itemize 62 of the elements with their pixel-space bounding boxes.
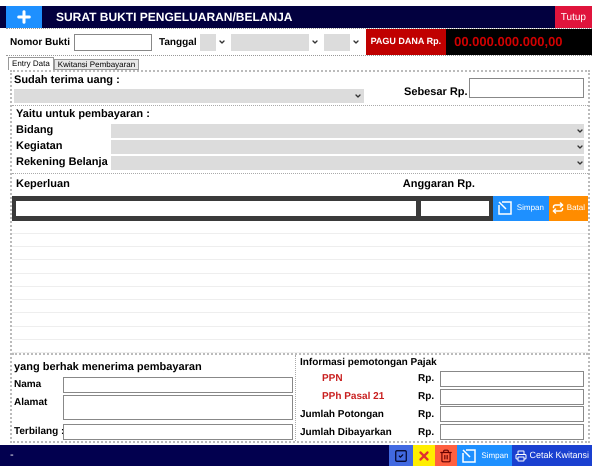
currency-label: Rp. [418, 390, 436, 404]
field-label: Nama [14, 378, 42, 392]
field-label: Jumlah Dibayarkan [300, 426, 393, 440]
currency-label: Rp. [418, 408, 436, 422]
save-button[interactable]: Simpan [457, 445, 512, 466]
field-label: Tanggal [159, 36, 197, 50]
field-label: Kegiatan [16, 139, 64, 154]
field-label: PPh Pasal 21 [321, 390, 386, 404]
swap-icon [552, 202, 564, 214]
section-title: yang berhak menerima pembayaran [14, 360, 203, 375]
field-label: Sebesar Rp. [404, 85, 468, 98]
amount-field[interactable] [440, 370, 584, 387]
field-label: Sudah terima uang : [14, 73, 121, 88]
select-field[interactable] [111, 140, 584, 154]
select-field[interactable] [111, 156, 584, 170]
edit-icon [496, 200, 513, 216]
field-label: Jumlah Potongan [300, 408, 385, 422]
select-field[interactable] [111, 124, 584, 138]
address-field[interactable] [63, 395, 293, 420]
pagu-value: 00.000.000.000,00 [446, 29, 592, 55]
amount-field[interactable] [440, 388, 584, 405]
amount-field[interactable] [440, 406, 584, 422]
budget-field[interactable] [420, 200, 489, 216]
tab[interactable]: Kwitansi Pembayaran [54, 59, 140, 70]
close-icon [417, 448, 432, 462]
amount-field[interactable] [469, 78, 584, 98]
column-header: Anggaran Rp. [402, 177, 475, 192]
save-button[interactable]: Simpan [492, 196, 549, 220]
amount-field[interactable] [440, 424, 584, 440]
field-label: Rekening Belanja [16, 155, 109, 170]
column-header: Keperluan [16, 177, 70, 192]
caret-icon [354, 92, 362, 100]
text-field[interactable] [63, 424, 293, 440]
add-button[interactable] [6, 6, 42, 28]
text-field[interactable] [63, 376, 293, 393]
delete-button[interactable] [413, 445, 436, 466]
pagu-label: PAGU DANA Rp. [366, 29, 446, 55]
trash-icon [439, 448, 454, 462]
field-label: Nomor Bukti [10, 36, 70, 50]
edit-icon [461, 448, 478, 464]
caret-icon [352, 38, 360, 46]
check-icon [394, 448, 408, 462]
field-label: PPN [321, 372, 344, 386]
plus-icon [15, 8, 33, 26]
field-label: Bidang [16, 123, 54, 138]
printer-icon [515, 450, 528, 462]
section-title: Yaitu untuk pembayaran : [16, 107, 150, 122]
tab[interactable]: Entry Data [8, 57, 54, 70]
purpose-field[interactable] [16, 200, 416, 216]
status-text: - [10, 448, 14, 464]
currency-label: Rp. [418, 372, 436, 386]
check-button[interactable] [389, 445, 414, 466]
nomor-bukti-field[interactable] [74, 34, 152, 50]
print-button[interactable]: Cetak Kwitansi [512, 445, 592, 466]
trash-button[interactable] [435, 445, 458, 466]
caret-icon [218, 38, 226, 46]
caret-icon [310, 38, 319, 46]
field-label: Alamat [14, 396, 48, 410]
close-button[interactable]: Tutup [554, 6, 592, 28]
section-title: Informasi pemotongan Pajak [300, 356, 438, 370]
window-title: SURAT BUKTI PENGELUARAN/BELANJA [56, 9, 292, 26]
currency-label: Rp. [418, 426, 436, 440]
